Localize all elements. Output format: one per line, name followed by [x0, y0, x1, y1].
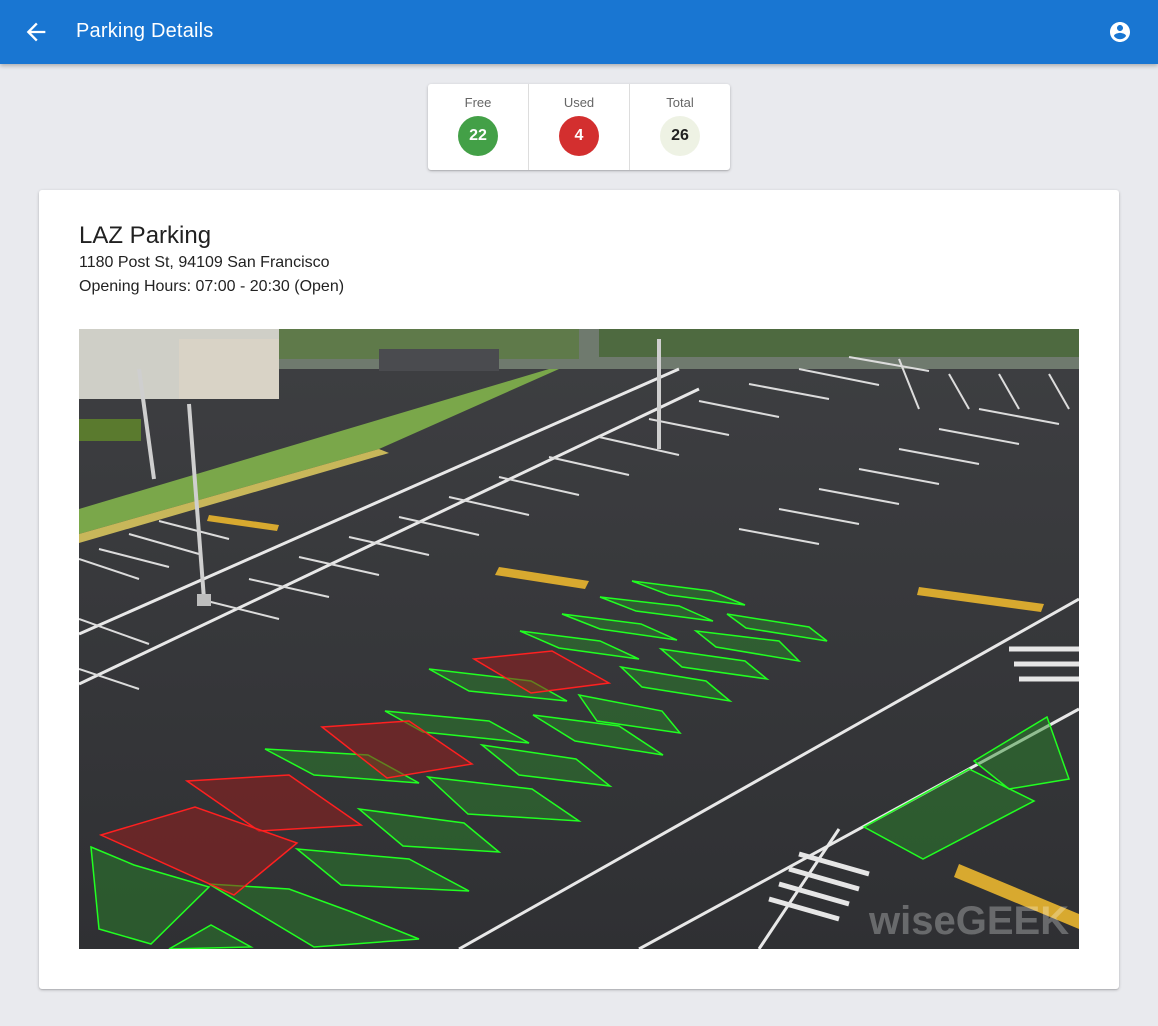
used-stat: Used 4: [528, 84, 629, 170]
page-title: Parking Details: [76, 20, 214, 42]
total-label: Total: [666, 95, 694, 110]
total-count-badge: 26: [660, 116, 700, 156]
used-label: Used: [563, 95, 595, 110]
parking-address: 1180 Post St, 94109 San Francisco: [79, 254, 330, 271]
app-bar: Parking Details: [0, 0, 1158, 64]
free-count-badge: 22: [458, 116, 498, 156]
occupancy-summary: Free 22 Used 4 Total 26: [428, 84, 730, 170]
parking-details-card: LAZ Parking 1180 Post St, 94109 San Fran…: [39, 190, 1119, 989]
parking-name: LAZ Parking: [79, 222, 212, 249]
free-label: Free: [464, 95, 492, 110]
arrow-left-icon[interactable]: [22, 18, 50, 46]
image-watermark: wiseGEEK: [868, 899, 1069, 943]
total-stat: Total 26: [629, 84, 730, 170]
free-stat: Free 22: [428, 84, 528, 170]
opening-hours: Opening Hours: 07:00 - 20:30 (Open): [79, 278, 345, 295]
parking-lot-photo: wiseGEEK: [79, 329, 1079, 949]
used-count-badge: 4: [559, 116, 599, 156]
account-circle-icon[interactable]: [1108, 20, 1132, 44]
